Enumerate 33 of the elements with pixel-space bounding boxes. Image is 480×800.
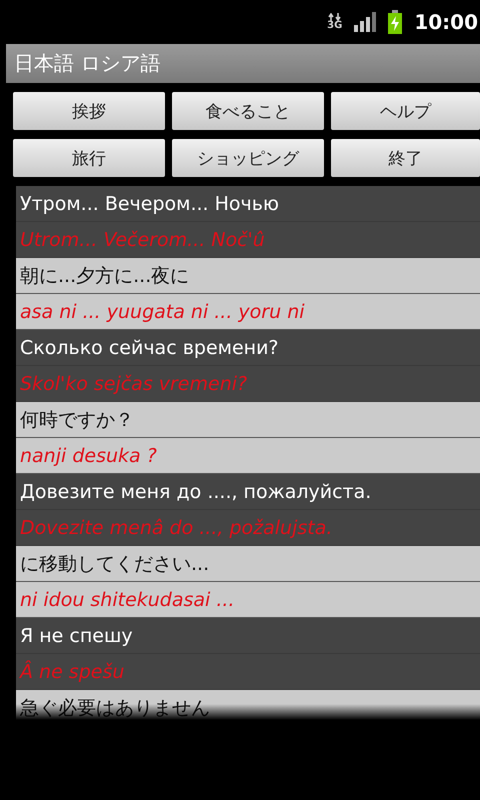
phrase-row[interactable]: Сколько сейчас времени?	[16, 330, 480, 366]
phrase-row[interactable]: Довезите меня до ...., пожалуйста.	[16, 474, 480, 510]
transliteration-text: ni idou shitekudasai ...	[20, 588, 234, 610]
phrase-row[interactable]: Я не спешу	[16, 618, 480, 654]
transliteration-text: Utrom... Večerom... Noč'û	[20, 228, 265, 250]
transliteration-text: Skol'ko sejčas vremeni?	[20, 372, 248, 394]
category-button[interactable]: 食べること	[172, 92, 324, 130]
category-button[interactable]: ショッピング	[172, 139, 324, 177]
transliteration-text: Dovezite menâ do ..., požalujsta.	[20, 516, 332, 538]
phrase-row[interactable]: 何時ですか？	[16, 402, 480, 438]
clock-time: 10:00	[414, 10, 478, 34]
phrase-text: 急ぐ必要はありません	[20, 696, 210, 720]
transliteration-text: nanji desuka ?	[20, 444, 157, 466]
transliteration-text: asa ni ... yuugata ni ... yoru ni	[20, 300, 305, 322]
phrase-row[interactable]: Утром... Вечером... Ночью	[16, 186, 480, 222]
phrase-text: に移動してください...	[20, 552, 210, 576]
phrase-text: 何時ですか？	[20, 408, 134, 432]
category-button[interactable]: 挨拶	[13, 92, 165, 130]
phrase-text: Утром... Вечером... Ночью	[20, 192, 279, 214]
window-title: 日本語 ロシア語	[14, 50, 160, 77]
battery-icon	[388, 10, 402, 34]
phrase-text: Сколько сейчас времени?	[20, 336, 279, 358]
transliteration-text: Â ne spešu	[20, 660, 124, 682]
category-button[interactable]: ヘルプ	[331, 92, 480, 130]
phrase-text: Я не спешу	[20, 624, 133, 646]
category-button[interactable]: 終了	[331, 139, 480, 177]
phrase-text: Довезите меня до ...., пожалуйста.	[20, 480, 372, 502]
category-button[interactable]: 旅行	[13, 139, 165, 177]
phrase-text: 朝に...夕方に...夜に	[20, 264, 190, 288]
phrase-row[interactable]: 急ぐ必要はありません	[16, 690, 480, 720]
phrase-row[interactable]: 朝に...夕方に...夜に	[16, 258, 480, 294]
signal-icon	[354, 12, 376, 32]
phrase-row[interactable]: に移動してください...	[16, 546, 480, 582]
